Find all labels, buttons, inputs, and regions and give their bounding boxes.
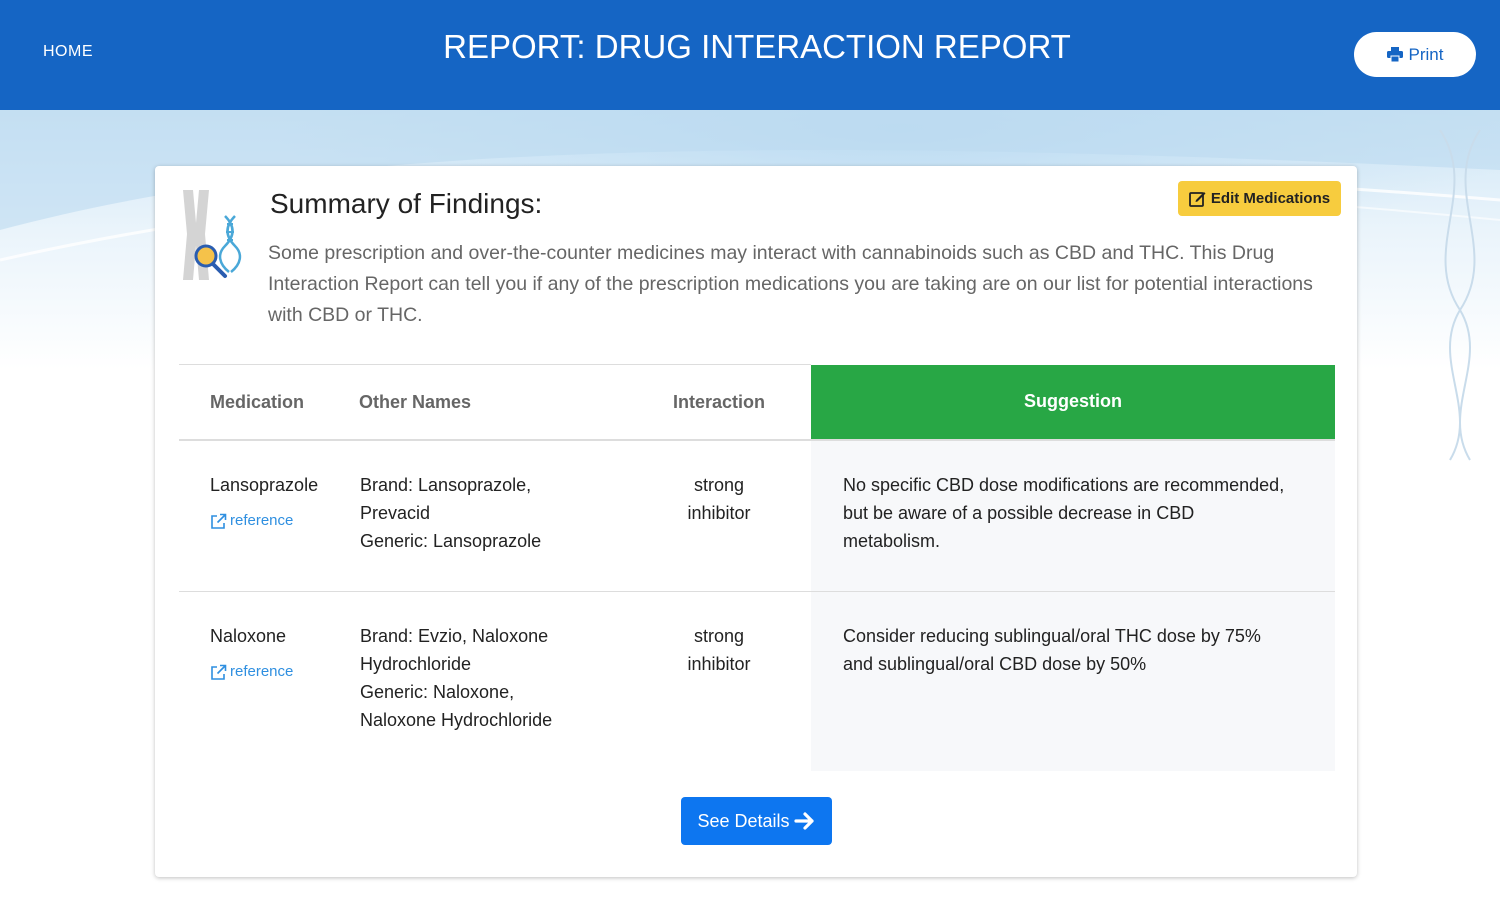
report-card: Summary of Findings: Some prescription a… <box>155 166 1357 877</box>
medication-name: Naloxone <box>210 626 287 646</box>
interaction-strength: strong <box>693 475 745 495</box>
page-title: REPORT: DRUG INTERACTION REPORT <box>443 28 1071 65</box>
medication-cell: Lansoprazole reference <box>179 440 359 592</box>
summary-description: Some prescription and over-the-counter m… <box>268 242 1313 326</box>
print-button[interactable]: Print <box>1354 32 1476 77</box>
printer-icon <box>1386 47 1403 62</box>
brand-line: Brand: Evzio, Naloxone <box>360 626 549 646</box>
dna-magnifier-icon <box>183 190 242 280</box>
generic-line: Generic: Naloxone, <box>360 682 515 702</box>
brand-line: Prevacid <box>360 503 431 523</box>
external-link-icon <box>211 513 227 529</box>
suggestion-cell: No specific CBD dose modifications are r… <box>811 440 1335 592</box>
suggestion-cell: Consider reducing sublingual/oral THC do… <box>811 591 1335 771</box>
edit-medications-label: Edit Medications <box>1210 190 1331 207</box>
header-medication: Medication <box>179 364 359 441</box>
table-row: Lansoprazole reference Brand: Lansoprazo… <box>179 440 1335 592</box>
medication-cell: Naloxone reference <box>179 592 359 772</box>
header-suggestion: Suggestion <box>811 364 1335 441</box>
generic-line: Naloxone Hydrochloride <box>360 710 553 730</box>
table-header-row: Medication Other Names Interaction Sugge… <box>179 364 1335 441</box>
interaction-cell: strong inhibitor <box>627 592 811 772</box>
top-header: HOME REPORT: DRUG INTERACTION REPORT Pri… <box>0 0 1500 110</box>
interaction-type: inhibitor <box>687 503 751 523</box>
generic-line: Generic: Lansoprazole <box>360 531 542 551</box>
reference-label: reference <box>230 663 294 680</box>
see-details-label: See Details <box>697 810 790 831</box>
medication-name: Lansoprazole <box>210 475 319 495</box>
reference-link[interactable]: reference <box>210 658 293 686</box>
interaction-type: inhibitor <box>687 654 751 674</box>
interaction-cell: strong inhibitor <box>627 440 811 592</box>
see-details-button[interactable]: See Details <box>681 797 832 845</box>
print-label: Print <box>1408 44 1444 64</box>
edit-medications-button[interactable]: Edit Medications <box>1178 181 1341 216</box>
interaction-strength: strong <box>693 626 745 646</box>
header-other-names: Other Names <box>359 364 627 441</box>
external-link-icon <box>211 664 227 680</box>
edit-icon <box>1189 192 1206 207</box>
table-row: Naloxone reference Brand: Evzio, Naloxon… <box>179 591 1335 772</box>
reference-label: reference <box>230 512 294 529</box>
interaction-table: Medication Other Names Interaction Sugge… <box>179 364 1335 771</box>
other-names-cell: Brand: Lansoprazole, Prevacid Generic: L… <box>359 440 627 592</box>
brand-line: Brand: Lansoprazole, <box>360 475 532 495</box>
header-interaction: Interaction <box>627 364 811 441</box>
arrow-right-icon <box>793 812 814 830</box>
summary-title: Summary of Findings: <box>270 188 543 219</box>
brand-line: Hydrochloride <box>360 654 472 674</box>
reference-link[interactable]: reference <box>210 507 293 535</box>
other-names-cell: Brand: Evzio, Naloxone Hydrochloride Gen… <box>359 592 627 772</box>
